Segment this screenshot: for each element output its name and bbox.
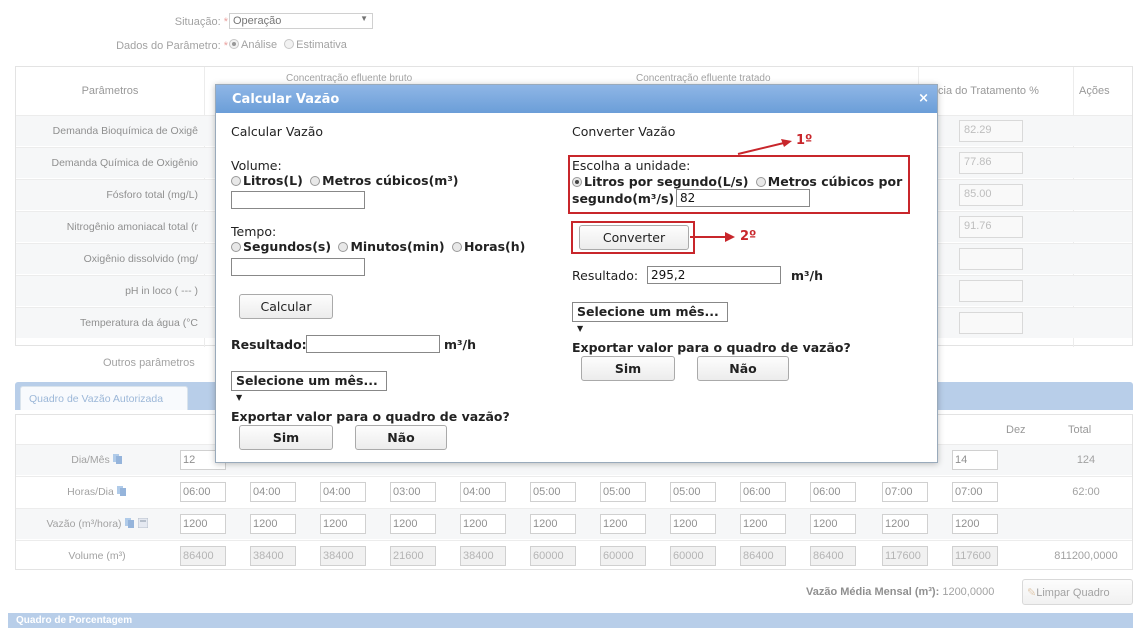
annotation-label-2: 2º xyxy=(740,229,757,244)
annotation-arrows xyxy=(690,139,792,242)
annotation-label-1: 1º xyxy=(796,133,813,148)
